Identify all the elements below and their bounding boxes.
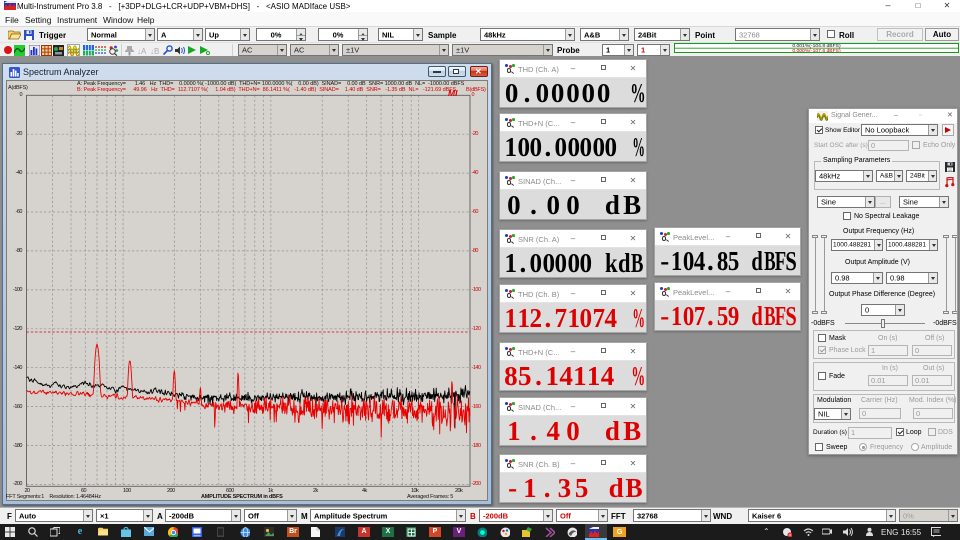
svg-text:↓A: ↓A xyxy=(137,47,147,56)
svg-text:↓B: ↓B xyxy=(150,47,159,56)
